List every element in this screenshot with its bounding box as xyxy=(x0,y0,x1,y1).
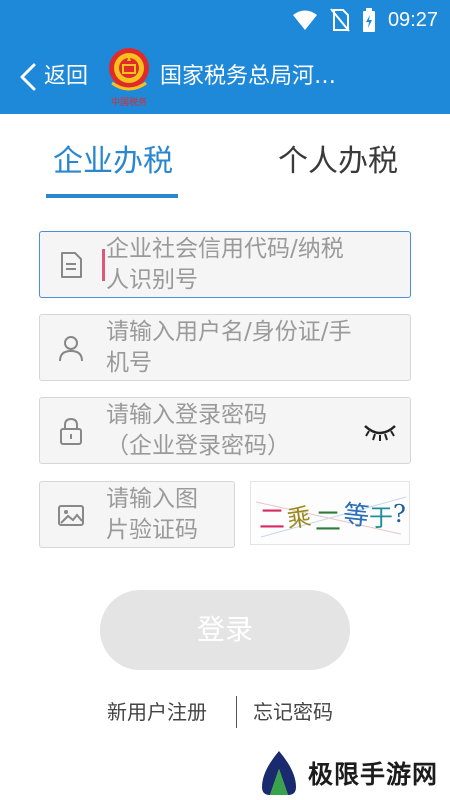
forgot-password-link[interactable]: 忘记密码 xyxy=(253,696,333,728)
captcha-image[interactable]: 二 乘 二 等 于 ? xyxy=(250,481,410,545)
captcha-char: 二 xyxy=(259,505,285,535)
user-id-placeholder: 请输入用户名/身份证/手 机号 xyxy=(106,317,396,379)
placeholder-line: 机号 xyxy=(106,350,152,376)
wifi-icon xyxy=(292,10,317,30)
back-label: 返回 xyxy=(44,64,89,89)
credit-code-field[interactable]: 企业社会信用代码/纳税 人识别号 xyxy=(39,231,411,298)
placeholder-line: 请输入用户名/身份证/手 xyxy=(106,319,352,345)
captcha-char: 二 xyxy=(315,507,341,537)
tab-enterprise-tax[interactable]: 企业办税 xyxy=(48,138,178,186)
tab-bar: 企业办税 个人办税 xyxy=(0,114,450,204)
captcha-char: 等 xyxy=(341,500,370,533)
tab-active-indicator xyxy=(46,194,178,198)
captcha-field[interactable]: 请输入图 片验证码 xyxy=(39,481,235,548)
placeholder-line: 企业社会信用代码/纳税 xyxy=(106,236,344,262)
lock-icon xyxy=(60,417,82,445)
app-title: 国家税务总局河… xyxy=(160,64,337,89)
emblem-caption: 中国税务 xyxy=(111,96,147,108)
status-time: 09:27 xyxy=(387,9,438,31)
mountain-logo-icon xyxy=(262,751,296,795)
chevron-left-icon xyxy=(20,63,36,91)
app-bar: 返回 中国税务 国家税务总局河… xyxy=(0,40,450,114)
tab-personal-tax[interactable]: 个人办税 xyxy=(270,138,406,186)
placeholder-line: 片验证码 xyxy=(106,517,198,543)
password-field[interactable]: 请输入登录密码 （企业登录密码） xyxy=(39,397,411,464)
document-icon xyxy=(61,252,82,278)
captcha-graphic: 二 乘 二 等 于 ? xyxy=(255,496,407,538)
credit-code-placeholder: 企业社会信用代码/纳税 人识别号 xyxy=(106,234,396,296)
password-placeholder: 请输入登录密码 （企业登录密码） xyxy=(106,400,396,462)
image-icon xyxy=(58,505,84,526)
placeholder-line: 请输入图 xyxy=(106,486,198,512)
tax-emblem-logo: 中国税务 xyxy=(109,48,149,108)
placeholder-line: 人识别号 xyxy=(106,267,198,293)
placeholder-line: 请输入登录密码 xyxy=(106,402,267,428)
back-button[interactable]: 返回 xyxy=(18,59,88,95)
link-divider xyxy=(236,696,237,728)
captcha-char: 乘 xyxy=(285,502,313,533)
person-icon xyxy=(59,336,83,362)
status-icons: 09:27 xyxy=(292,8,438,32)
captcha-char: ? xyxy=(393,500,406,528)
placeholder-line: （企业登录密码） xyxy=(106,433,290,459)
bottom-links: 新用户注册 忘记密码 xyxy=(0,692,450,732)
user-id-field[interactable]: 请输入用户名/身份证/手 机号 xyxy=(39,314,411,381)
captcha-placeholder: 请输入图 片验证码 xyxy=(106,484,226,546)
battery-icon xyxy=(362,8,375,32)
captcha-char: 于 xyxy=(369,504,393,532)
text-caret xyxy=(102,249,105,281)
no-sim-icon xyxy=(330,8,350,32)
login-button[interactable]: 登录 xyxy=(100,590,350,670)
watermark-text: 极限手游网 xyxy=(308,760,439,789)
eye-closed-icon[interactable] xyxy=(362,418,398,444)
register-link[interactable]: 新用户注册 xyxy=(107,696,207,728)
status-bar: 09:27 xyxy=(0,0,450,40)
site-watermark: 极限手游网 xyxy=(258,748,438,798)
